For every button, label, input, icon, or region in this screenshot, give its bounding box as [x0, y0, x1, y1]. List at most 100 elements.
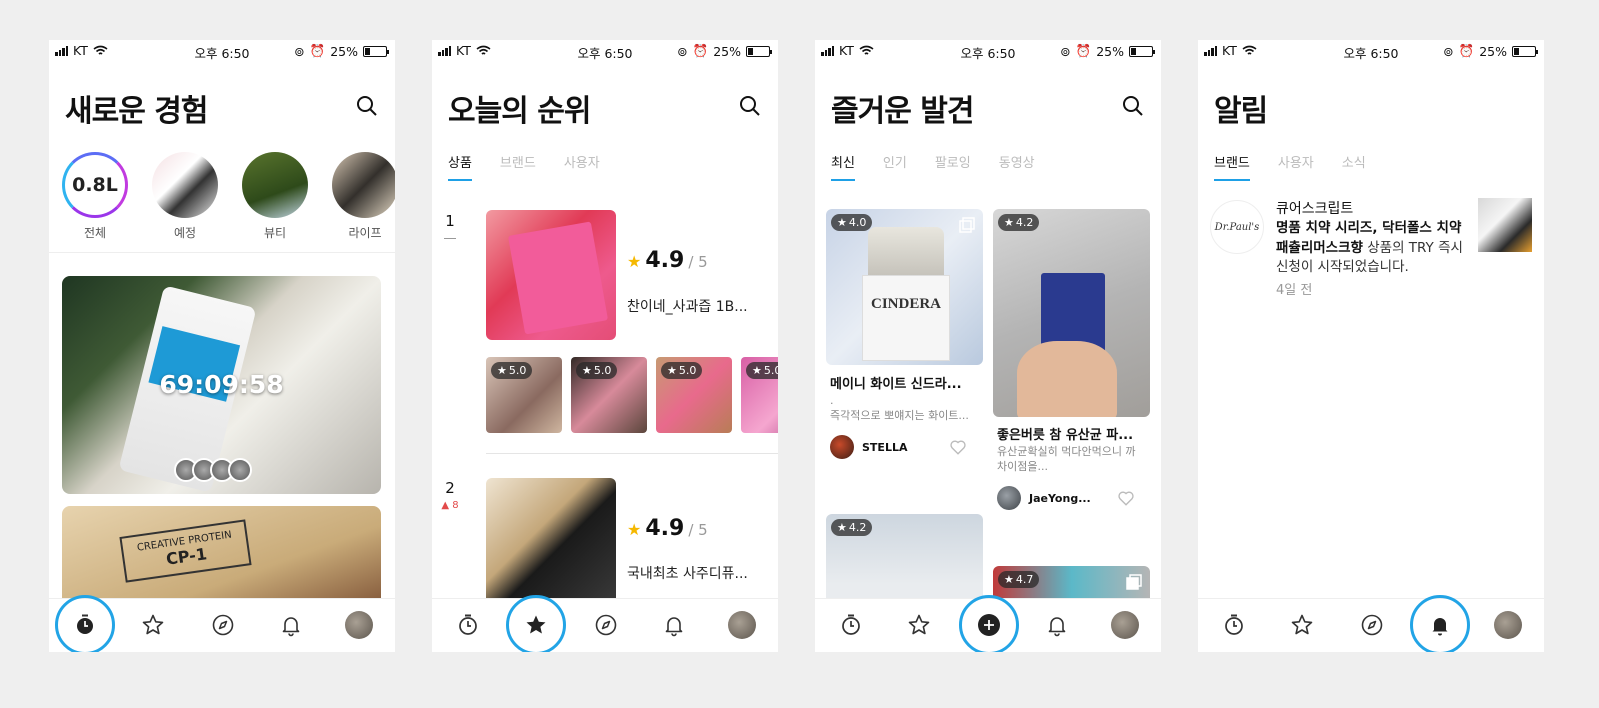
heart-icon[interactable] [949, 438, 967, 456]
featured-product-card[interactable]: 69:09:58 [62, 276, 381, 494]
post-title[interactable]: 좋은버릇 참 유산균 파... [997, 424, 1152, 443]
orientation-lock-icon: ⊚ [1060, 43, 1071, 59]
rank-number: 2 [445, 479, 455, 497]
tab-user[interactable]: 사용자 [1278, 152, 1314, 181]
badge-value: 4.2 [848, 521, 867, 534]
product-image[interactable] [486, 210, 616, 340]
compass-icon[interactable] [592, 611, 620, 639]
screen-fun-discovery: KT 오후 6:50 ⊚ ⏰ 25% 즐거운 발견 최신 인기 팔로잉 동영상 CI… [815, 40, 1161, 652]
timer-icon[interactable] [454, 611, 482, 639]
tab-following[interactable]: 팔로잉 [935, 152, 971, 181]
tab-brand[interactable]: 브랜드 [1214, 152, 1250, 181]
product-rating: ★ 4.9/ 5 [627, 516, 708, 541]
post-author[interactable]: JaeYong... [997, 486, 1091, 510]
story-label: 라이프 [348, 226, 382, 240]
tab-popular[interactable]: 인기 [883, 152, 907, 181]
tab-users[interactable]: 사용자 [564, 152, 600, 181]
post-title[interactable]: 메이니 화이트 신드라... [830, 373, 985, 392]
screen-today-ranking: KT 오후 6:50 ⊚ ⏰ 25% 오늘의 순위 상품 브랜드 사용자 1 ★ 4.… [432, 40, 778, 652]
compass-icon[interactable] [1358, 611, 1386, 639]
post-rating-badge: ★ 4.2 [998, 214, 1040, 231]
story-life[interactable]: 라이프 [331, 152, 395, 241]
review-rating-badge: ★ 5.0 [576, 362, 618, 379]
story-image [152, 152, 218, 218]
avatar [997, 486, 1021, 510]
bell-icon[interactable] [1043, 611, 1071, 639]
profile-avatar[interactable] [728, 611, 756, 639]
timer-icon[interactable] [1220, 611, 1248, 639]
orientation-lock-icon: ⊚ [1443, 43, 1454, 59]
review-thumbnail[interactable]: ★ 5.0 [741, 357, 778, 433]
profile-avatar[interactable] [1111, 611, 1139, 639]
tab-news[interactable]: 소식 [1342, 152, 1366, 181]
rank-unchanged-dash [444, 238, 456, 239]
tab-video[interactable]: 동영상 [999, 152, 1035, 181]
screen-new-experience: KT 오후 6:50 ⊚ ⏰ 25% 새로운 경험 0.8L 전체 예정 뷰티 라이프… [49, 40, 395, 652]
bell-icon[interactable] [277, 611, 305, 639]
rating-scale: / 5 [688, 253, 708, 271]
post-image[interactable]: CINDERA ★ 4.0 [826, 209, 983, 365]
notification-brand: 큐어스크립트 [1276, 201, 1354, 217]
battery-label: 25% [1479, 43, 1507, 59]
product-image[interactable] [486, 478, 616, 608]
battery-icon [1129, 45, 1155, 57]
story-label: 전체 [83, 226, 107, 240]
product-name[interactable]: 국내최초 사주디퓨... [627, 563, 767, 583]
story-beauty[interactable]: 뷰티 [241, 152, 309, 241]
status-bar: KT 오후 6:50 ⊚ ⏰ 25% [1198, 40, 1544, 62]
review-thumbnail[interactable]: ★ 5.0 [486, 357, 562, 433]
multi-image-icon [959, 217, 975, 233]
notification-message: 명품 치약 시리즈, 닥터폴스 치약 패츌리머스크향 상품의 TRY 즉시신청이… [1276, 219, 1472, 278]
search-icon[interactable] [1121, 94, 1145, 118]
brand-logo: Dr.Paul's [1210, 200, 1264, 254]
alarm-icon: ⏰ [309, 43, 326, 58]
product-name[interactable]: 찬이네_사과즙 1B... [627, 296, 767, 316]
star-icon[interactable] [905, 611, 933, 639]
notification-time: 4일 전 [1276, 283, 1313, 298]
bell-icon[interactable] [660, 611, 688, 639]
battery-level [365, 47, 370, 55]
tab-brands[interactable]: 브랜드 [500, 152, 536, 181]
tab-products[interactable]: 상품 [448, 152, 472, 181]
timer-icon[interactable] [837, 611, 865, 639]
page-title: 즐거운 발견 [831, 94, 974, 129]
search-icon[interactable] [355, 94, 379, 118]
battery-label: 25% [1096, 43, 1124, 59]
story-label: 뷰티 [263, 226, 287, 240]
heart-icon[interactable] [1117, 489, 1135, 507]
rating-value: 4.9 [645, 248, 685, 273]
battery-icon [746, 45, 772, 57]
star-icon[interactable] [139, 611, 167, 639]
alarm-icon: ⏰ [1458, 43, 1475, 58]
star-icon[interactable] [1288, 611, 1316, 639]
rank-change-up: ▲ 8 [441, 500, 459, 511]
active-nav-highlight [506, 595, 566, 652]
notification-item[interactable]: Dr.Paul's 큐어스크립트 명품 치약 시리즈, 닥터폴스 치약 패츌리머… [1210, 198, 1532, 308]
tab-latest[interactable]: 최신 [831, 152, 855, 181]
status-bar: KT 오후 6:50 ⊚ ⏰ 25% [49, 40, 395, 62]
rating-scale: / 5 [688, 521, 708, 539]
battery-label: 25% [713, 43, 741, 59]
review-rating-badge: ★ 5.0 [491, 362, 533, 379]
post-description: . 즉각적으로 뽀얘지는 화이트... [830, 394, 969, 422]
story-upcoming[interactable]: 예정 [151, 152, 219, 241]
avatar [345, 611, 373, 639]
star-icon: ★ [627, 520, 642, 539]
review-thumbnail[interactable]: ★ 5.0 [656, 357, 732, 433]
story-all[interactable]: 0.8L 전체 [61, 152, 129, 241]
profile-avatar[interactable] [345, 611, 373, 639]
review-thumbnail[interactable]: ★ 5.0 [571, 357, 647, 433]
page-title: 오늘의 순위 [448, 94, 591, 129]
multi-image-icon [1126, 574, 1142, 590]
search-icon[interactable] [738, 94, 762, 118]
author-name: JaeYong... [1029, 491, 1091, 505]
post-description: 유산균확실히 먹다안먹으니 까 차이점을... [997, 445, 1136, 473]
avatar [1494, 611, 1522, 639]
profile-avatar[interactable] [1494, 611, 1522, 639]
badge-value: 4.7 [1015, 573, 1034, 586]
post-image[interactable]: ★ 4.2 [993, 209, 1150, 417]
compass-icon[interactable] [209, 611, 237, 639]
post-author[interactable]: STELLA [830, 435, 907, 459]
status-bar: KT 오후 6:50 ⊚ ⏰ 25% [432, 40, 778, 62]
ranking-tabs: 상품 브랜드 사용자 [448, 152, 600, 181]
